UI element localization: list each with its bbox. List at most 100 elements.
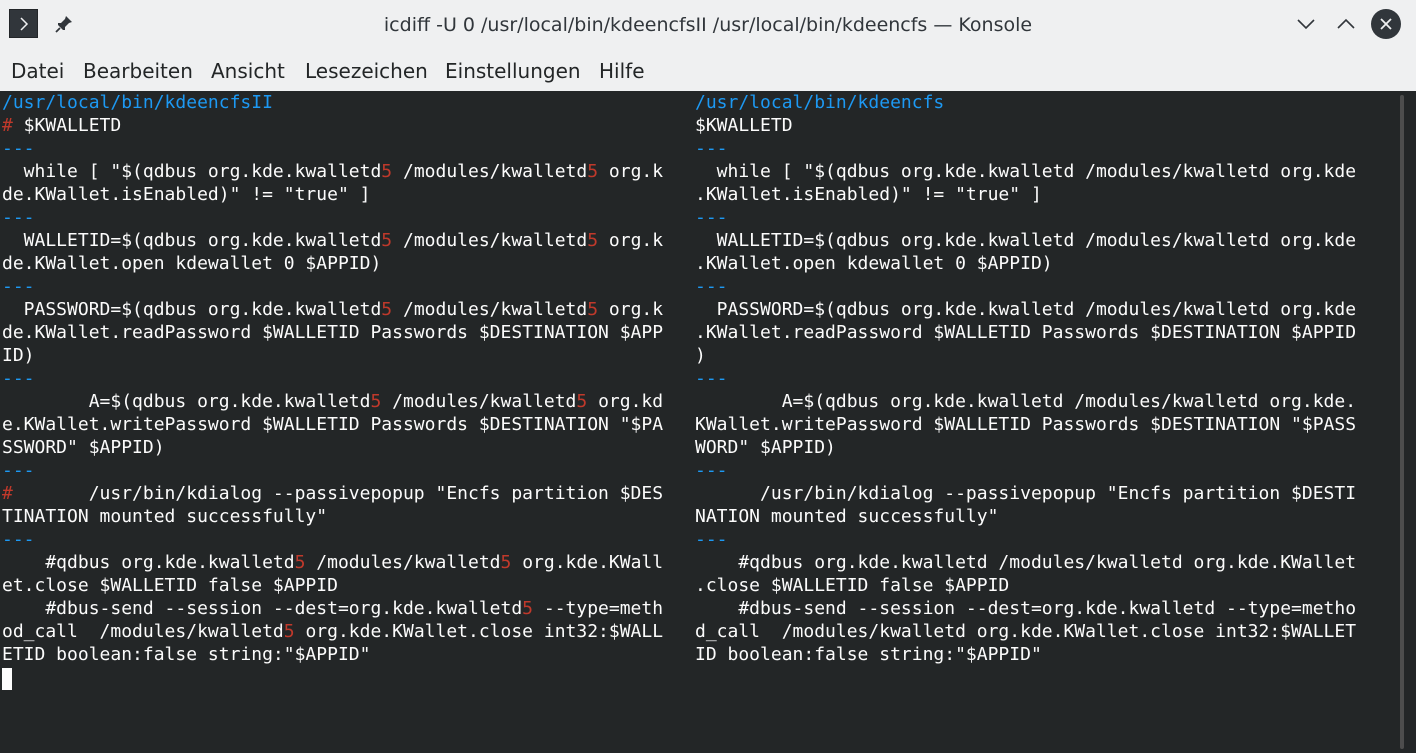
left-line: ETID boolean:false string:"$APPID" [2, 643, 692, 666]
diff-file-path: /usr/local/bin/kdeencfsII [2, 92, 273, 113]
menu-einstellungen[interactable]: Einstellungen [445, 59, 581, 83]
right-line: --- [695, 367, 1385, 390]
left-line: et.close $WALLETID false $APPID [2, 574, 692, 597]
menu-ansicht[interactable]: Ansicht [211, 59, 285, 83]
diff-text-segment: /modules/kwalletd [392, 299, 588, 320]
left-line: # /usr/bin/kdialog --passivepopup "Encfs… [2, 482, 692, 505]
diff-text-segment: #qdbus org.kde.kwalletd /modules/kwallet… [695, 552, 1357, 573]
left-line: --- [2, 275, 692, 298]
diff-change-segment: # [2, 115, 13, 136]
maximize-button[interactable] [1332, 10, 1360, 38]
diff-text-segment: .KWallet.isEnabled)" != "true" ] [695, 184, 1042, 205]
right-line: KWallet.writePassword $WALLETID Password… [695, 413, 1385, 436]
diff-text-segment: ID boolean:false string:"$APPID" [695, 644, 1042, 665]
diff-text-segment: /modules/kwalletd [381, 391, 577, 412]
diff-change-segment: 5 [381, 230, 393, 251]
diff-text-segment: .KWallet.readPassword $WALLETID Password… [695, 322, 1357, 343]
diff-text-segment: org.k [598, 161, 664, 182]
right-line: WORD" $APPID) [695, 436, 1385, 459]
title-bar[interactable]: icdiff -U 0 /usr/local/bin/kdeencfsII /u… [0, 0, 1416, 49]
diff-change-segment: 5 [370, 391, 382, 412]
diff-text-segment: --type=meth [533, 598, 664, 619]
diff-hunk-separator: --- [2, 460, 35, 481]
diff-text-segment: while [ "$(qdbus org.kde.kwalletd [2, 161, 382, 182]
left-line: de.KWallet.readPassword $WALLETID Passwo… [2, 321, 692, 344]
diff-change-segment: 5 [587, 299, 599, 320]
menu-hilfe[interactable]: Hilfe [599, 59, 645, 83]
diff-text-segment: A=$(qdbus org.kde.kwalletd [2, 391, 371, 412]
diff-text-segment: d_call /modules/kwalletd org.kde.KWallet… [695, 621, 1357, 642]
left-line: de.KWallet.open kdewallet 0 $APPID) [2, 252, 692, 275]
diff-text-segment: ID) [2, 345, 35, 366]
left-line: /usr/local/bin/kdeencfsII [2, 91, 692, 114]
diff-change-segment: 5 [522, 598, 534, 619]
diff-text-segment: $KWALLETD [12, 115, 122, 136]
diff-text-segment: PASSWORD=$(qdbus org.kde.kwalletd [2, 299, 382, 320]
left-line: de.KWallet.isEnabled)" != "true" ] [2, 183, 692, 206]
diff-text-segment: .KWallet.open kdewallet 0 $APPID) [695, 253, 1053, 274]
close-button[interactable] [1371, 9, 1401, 39]
scrollbar[interactable] [1398, 91, 1416, 753]
diff-text-segment: org.kd [587, 391, 664, 412]
diff-hunk-separator: --- [2, 138, 35, 159]
right-line: #dbus-send --session --dest=org.kde.kwal… [695, 597, 1385, 620]
menu-bearbeiten[interactable]: Bearbeiten [83, 59, 193, 83]
right-line: while [ "$(qdbus org.kde.kwalletd /modul… [695, 160, 1385, 183]
diff-text-segment: SSWORD" $APPID) [2, 437, 165, 458]
diff-hunk-separator: --- [2, 207, 35, 228]
right-line: PASSWORD=$(qdbus org.kde.kwalletd /modul… [695, 298, 1385, 321]
diff-change-segment: 5 [381, 299, 393, 320]
diff-hunk-separator: --- [695, 207, 728, 228]
minimize-button[interactable] [1292, 10, 1320, 38]
right-line: .KWallet.readPassword $WALLETID Password… [695, 321, 1385, 344]
diff-text-segment: org.kde.KWall [511, 552, 664, 573]
right-line: --- [695, 275, 1385, 298]
right-line: A=$(qdbus org.kde.kwalletd /modules/kwal… [695, 390, 1385, 413]
diff-right-pane: /usr/local/bin/kdeencfs $KWALLETD --- whil… [695, 91, 1385, 753]
diff-text-segment: /modules/kwalletd [305, 552, 501, 573]
diff-text-segment: /modules/kwalletd [392, 230, 588, 251]
left-line: while [ "$(qdbus org.kde.kwalletd5 /modu… [2, 160, 692, 183]
left-line: --- [2, 367, 692, 390]
left-line: --- [2, 459, 692, 482]
right-line: --- [695, 137, 1385, 160]
diff-file-path: /usr/local/bin/kdeencfs [695, 92, 945, 113]
diff-change-segment: 5 [587, 230, 599, 251]
diff-text-segment: WALLETID=$(qdbus org.kde.kwalletd [2, 230, 382, 251]
diff-text-segment: NATION mounted successfully" [695, 506, 999, 527]
diff-text-segment: org.k [598, 299, 664, 320]
diff-text-segment: de.KWallet.open kdewallet 0 $APPID) [2, 253, 382, 274]
diff-text-segment: #qdbus org.kde.kwalletd [2, 552, 295, 573]
close-icon [1380, 18, 1392, 30]
right-line: $KWALLETD [695, 114, 1385, 137]
menu-datei[interactable]: Datei [11, 59, 64, 83]
terminal-view[interactable]: /usr/local/bin/kdeencfsII # $KWALLETD --- … [0, 91, 1416, 753]
diff-text-segment: /modules/kwalletd [392, 161, 588, 182]
right-line: .close $WALLETID false $APPID [695, 574, 1385, 597]
right-line: ID boolean:false string:"$APPID" [695, 643, 1385, 666]
diff-change-segment: 5 [381, 161, 393, 182]
diff-change-segment: 5 [283, 621, 295, 642]
diff-text-segment: de.KWallet.isEnabled)" != "true" ] [2, 184, 371, 205]
left-line: od_call /modules/kwalletd5 org.kde.KWall… [2, 620, 692, 643]
right-line: NATION mounted successfully" [695, 505, 1385, 528]
diff-text-segment: $KWALLETD [695, 115, 793, 136]
right-line: /usr/local/bin/kdeencfs [695, 91, 1385, 114]
right-line: .KWallet.isEnabled)" != "true" ] [695, 183, 1385, 206]
left-line: TINATION mounted successfully" [2, 505, 692, 528]
diff-change-segment: 5 [294, 552, 306, 573]
right-line: /usr/bin/kdialog --passivepopup "Encfs p… [695, 482, 1385, 505]
diff-hunk-separator: --- [695, 368, 728, 389]
diff-text-segment: WALLETID=$(qdbus org.kde.kwalletd /modul… [695, 230, 1357, 251]
diff-hunk-separator: --- [2, 276, 35, 297]
diff-text-segment: while [ "$(qdbus org.kde.kwalletd /modul… [695, 161, 1357, 182]
diff-text-segment: de.KWallet.readPassword $WALLETID Passwo… [2, 322, 664, 343]
scrollbar-thumb[interactable] [1400, 95, 1404, 749]
diff-text-segment: #dbus-send --session --dest=org.kde.kwal… [2, 598, 523, 619]
left-line: # $KWALLETD [2, 114, 692, 137]
left-line: #dbus-send --session --dest=org.kde.kwal… [2, 597, 692, 620]
menu-lesezeichen[interactable]: Lesezeichen [305, 59, 428, 83]
right-line: --- [695, 459, 1385, 482]
right-line: --- [695, 528, 1385, 551]
diff-change-segment: 5 [587, 161, 599, 182]
